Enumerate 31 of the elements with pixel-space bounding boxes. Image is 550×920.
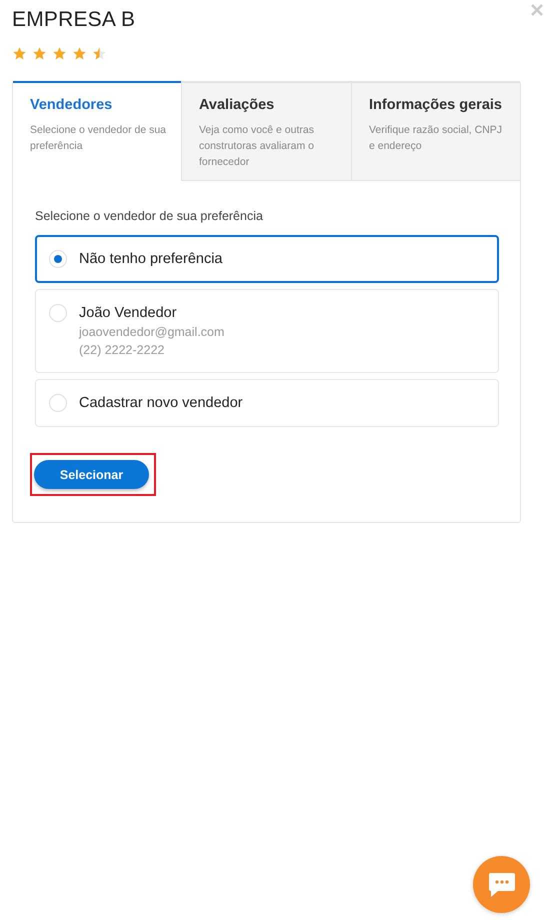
star-icon xyxy=(32,46,47,61)
vendor-option[interactable]: João Vendedor joaovendedor@gmail.com (22) 2222-2222 xyxy=(35,289,499,373)
option-label: Cadastrar novo vendedor xyxy=(79,394,243,413)
tab-description: Veja como você e outras construtoras avaliaram o fornecedor xyxy=(199,123,315,170)
radio-button[interactable] xyxy=(49,250,67,268)
option-label: João Vendedor xyxy=(79,304,178,323)
company-title: EMPRESA B xyxy=(12,8,136,32)
chat-icon xyxy=(486,870,516,898)
vendor-option[interactable]: Não tenho preferência xyxy=(35,235,499,283)
vendor-phone: (22) 2222-2222 xyxy=(79,342,166,359)
option-label: Não tenho preferência xyxy=(79,250,222,269)
tab-label: Vendedores xyxy=(30,97,114,113)
close-button[interactable] xyxy=(531,4,543,16)
tab-label: Avaliações xyxy=(199,97,276,113)
chat-button[interactable] xyxy=(473,856,530,913)
star-icon xyxy=(12,46,27,61)
radio-button[interactable] xyxy=(49,394,67,412)
star-icon xyxy=(92,46,107,61)
star-icon xyxy=(52,46,67,61)
close-icon xyxy=(531,4,543,16)
vendor-option[interactable]: Cadastrar novo vendedor xyxy=(35,379,499,427)
vendor-email: joaovendedor@gmail.com xyxy=(79,324,224,341)
tab-description: Selecione o vendedor de sua preferência xyxy=(30,123,168,154)
star-icon xyxy=(72,46,87,61)
select-button[interactable]: Selecionar xyxy=(34,460,149,489)
tab[interactable]: Informações gerais Verifique razão social, CNPJ e endereço xyxy=(351,81,520,181)
prompt-text: Selecione o vendedor de sua preferência xyxy=(35,209,264,223)
tab[interactable]: Avaliações Veja como você e outras construtoras avaliaram o fornecedor xyxy=(181,81,351,181)
radio-button[interactable] xyxy=(49,304,67,322)
tab-label: Informações gerais xyxy=(369,97,503,113)
tab-description: Verifique razão social, CNPJ e endereço xyxy=(369,123,504,154)
